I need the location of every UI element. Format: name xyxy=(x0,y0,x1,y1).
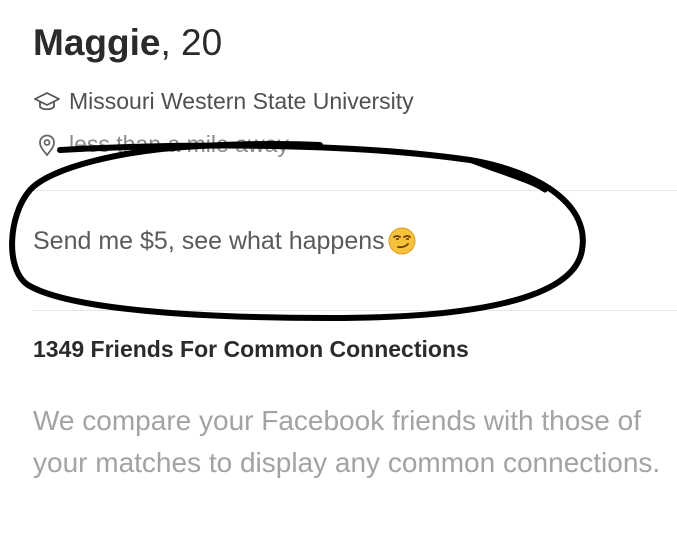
profile-header: Maggie, 20 xyxy=(33,22,222,64)
school-row: Missouri Western State University xyxy=(33,88,414,115)
connections-title: 1349 Friends For Common Connections xyxy=(33,336,469,362)
section-divider xyxy=(33,310,677,311)
smirking-face-emoji xyxy=(387,226,417,256)
profile-screen: Maggie, 20 Missouri Western State Univer… xyxy=(0,0,677,535)
distance-text: less than a mile away xyxy=(69,131,289,157)
location-pin-icon xyxy=(33,133,61,157)
graduation-cap-icon xyxy=(33,90,61,114)
bio-text: Send me $5, see what happens xyxy=(33,226,385,255)
connections-description: We compare your Facebook friends with th… xyxy=(33,405,661,478)
distance-row: less than a mile away xyxy=(33,131,289,158)
profile-age: , 20 xyxy=(160,22,223,63)
school-name: Missouri Western State University xyxy=(69,88,414,114)
section-divider xyxy=(33,190,677,191)
profile-name: Maggie xyxy=(33,22,161,63)
profile-bio: Send me $5, see what happens xyxy=(33,226,417,256)
